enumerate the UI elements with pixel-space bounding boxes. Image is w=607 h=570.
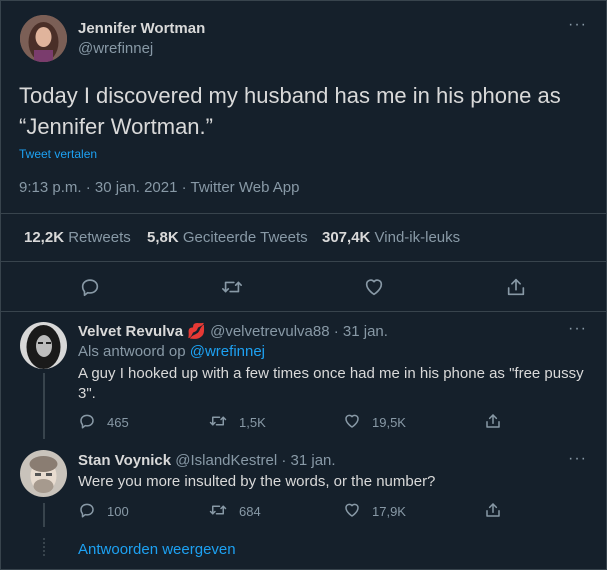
retweets-count: 12,2K [24, 229, 65, 246]
reply-handle-time[interactable]: @IslandKestrel · 31 jan. [175, 452, 335, 469]
reply-avatar[interactable] [20, 322, 67, 369]
retweet-count: 684 [239, 504, 261, 519]
like-count: 17,9K [372, 504, 406, 519]
author-avatar[interactable] [20, 15, 67, 62]
retweet-count: 1,5K [239, 415, 266, 430]
replying-to-handle[interactable]: @wrefinnej [190, 343, 265, 360]
share-icon[interactable] [484, 501, 502, 519]
author-name[interactable]: Jennifer Wortman [78, 20, 205, 37]
retweets-stat[interactable]: 12,2K Retweets [24, 229, 131, 246]
author-handle[interactable]: @wrefinnej [78, 40, 153, 57]
reply-author-name[interactable]: Velvet Revulva [78, 323, 183, 340]
reply-author-name[interactable]: Stan Voynick [78, 452, 171, 469]
reply-count: 465 [107, 415, 129, 430]
likes-count: 307,4K [322, 229, 371, 246]
divider [1, 311, 606, 312]
thread-line [43, 373, 45, 439]
tweet-meta[interactable]: 9:13 p.m. · 30 jan. 2021 · Twitter Web A… [19, 179, 299, 196]
show-replies-link[interactable]: Antwoorden weergeven [78, 541, 236, 558]
reply-icon[interactable] [79, 276, 101, 298]
dotted-thread-line [43, 538, 45, 556]
share-icon[interactable] [484, 412, 502, 430]
quotes-stat[interactable]: 5,8K Geciteerde Tweets [147, 229, 308, 246]
like-count: 19,5K [372, 415, 406, 430]
like-icon[interactable] [343, 501, 361, 519]
like-icon[interactable] [343, 412, 361, 430]
reply-icon[interactable] [78, 501, 96, 519]
more-options-icon[interactable]: ··· [568, 320, 587, 338]
likes-stat[interactable]: 307,4K Vind-ik-leuks [322, 229, 460, 246]
more-options-icon[interactable]: ··· [568, 450, 587, 468]
tweet-text-line2: “Jennifer Wortman.” [19, 114, 213, 139]
reply-text-line1: A guy I hooked up with a few times once … [78, 365, 584, 382]
reply-icon[interactable] [78, 412, 96, 430]
reply-text-line1: Were you more insulted by the words, or … [78, 473, 436, 490]
quotes-count: 5,8K [147, 229, 179, 246]
translate-link[interactable]: Tweet vertalen [19, 147, 97, 161]
likes-label: Vind-ik-leuks [374, 229, 461, 246]
more-options-icon[interactable]: ··· [568, 16, 587, 34]
quotes-label: Geciteerde Tweets [182, 229, 308, 246]
divider [1, 213, 606, 214]
reply-count: 100 [107, 504, 129, 519]
retweet-icon[interactable] [220, 276, 244, 298]
divider [1, 261, 606, 262]
thread-line [43, 503, 45, 527]
reply-avatar[interactable] [20, 450, 67, 497]
retweet-icon[interactable] [208, 501, 228, 519]
share-icon[interactable] [505, 276, 527, 298]
retweet-icon[interactable] [208, 412, 228, 430]
lips-emoji: 💋 [187, 323, 206, 340]
reply-handle-time[interactable]: @velvetrevulva88 · 31 jan. [210, 323, 388, 340]
reply-header: Velvet Revulva 💋 @velvetrevulva88 · 31 j… [78, 322, 388, 340]
replying-to-prefix: Als antwoord op [78, 343, 186, 360]
retweets-label: Retweets [68, 229, 131, 246]
reply-header: Stan Voynick @IslandKestrel · 31 jan. [78, 452, 336, 469]
replying-to: Als antwoord op @wrefinnej [78, 343, 265, 360]
like-icon[interactable] [363, 276, 385, 298]
reply-text-line2: 3". [78, 385, 96, 402]
tweet-text-line1: Today I discovered my husband has me in … [19, 83, 561, 108]
